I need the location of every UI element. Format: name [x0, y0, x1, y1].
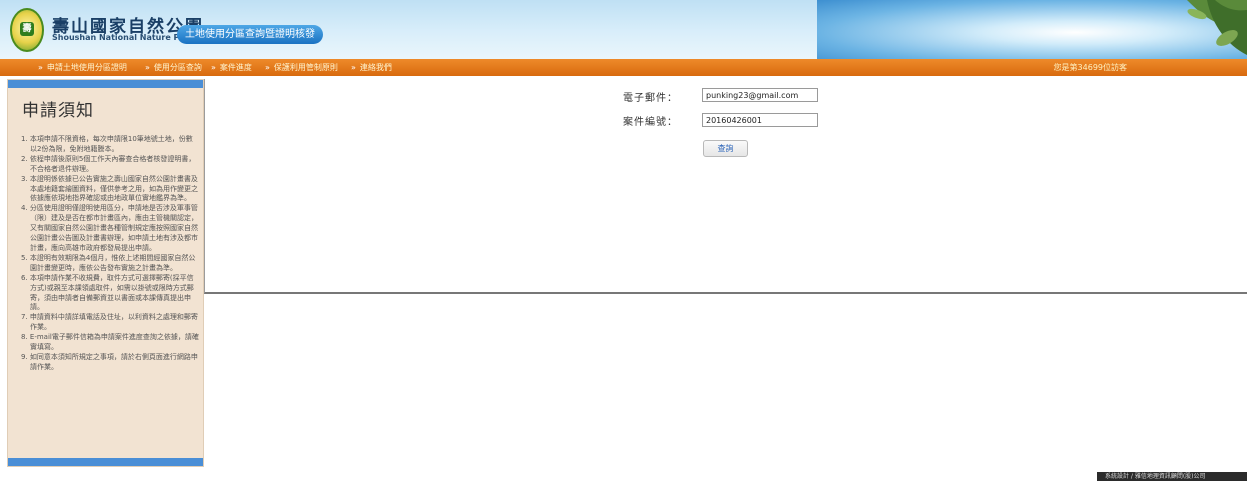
- notes-item: 1. 本項申請不限資格，每次申請限10筆地號土地，份數以2份為限，免附地籍謄本。: [21, 135, 193, 153]
- nav-arrow-icon: »: [265, 63, 270, 72]
- leaves-decoration: [1187, 0, 1247, 55]
- nav-item-label: 保護利用管制原則: [273, 63, 338, 72]
- nav-item-case-progress[interactable]: » 案件進度: [211, 59, 252, 76]
- header-banner: 壽 壽山國家自然公園 Shoushan National Nature Park…: [0, 0, 1247, 59]
- notes-item: 3. 本證明係依據已公告實施之壽山國家自然公園計畫書及本處地籍套繪圖資料，僅供參…: [21, 174, 198, 203]
- logo-mark: 壽: [20, 22, 34, 36]
- nav-item-label: 申請土地使用分區證明: [46, 63, 127, 72]
- nav-arrow-icon: »: [211, 63, 216, 72]
- nav-item-apply-certificate[interactable]: » 申請土地使用分區證明: [38, 59, 127, 76]
- nav-arrow-icon: »: [38, 63, 43, 72]
- case-number-label: 案件編號：: [623, 117, 678, 128]
- notes-item: 5. 本證明有效期限為4個月，惟依上述期間經國家自然公園計畫變更時，應依公告發布…: [21, 253, 196, 272]
- system-title: 土地使用分區查詢暨證明核發: [177, 25, 323, 44]
- nav-arrow-icon: »: [145, 63, 150, 72]
- nav-item-contact-us[interactable]: » 連絡我們: [351, 59, 392, 76]
- notes-item: 6. 本項申請作業不收規費，取件方式可選擇郵寄(採平信方式)或親至本課領處取件，…: [21, 273, 194, 312]
- notes-item: 8. E-mail電子郵件信箱為申請案件進度查詢之依據，請確實填寫。: [21, 333, 199, 352]
- notes-item: 4. 分區使用證明僅證明使用區分，申請地是否涉及軍事管（限）建及是否在都市計畫區…: [21, 204, 198, 252]
- notes-item: 2. 依程申請後原則5個工作天內審查合格者核發證明書，不合格者退件辦理。: [21, 154, 196, 173]
- notes-item: 7. 申請資料中請詳填電話及住址，以利資料之處理和郵寄作業。: [21, 313, 198, 332]
- nav-arrow-icon: »: [351, 63, 356, 72]
- case-number-field[interactable]: [702, 113, 818, 127]
- nav-item-label: 使用分區查詢: [153, 63, 202, 72]
- nav-item-zoning-query[interactable]: » 使用分區查詢: [145, 59, 202, 76]
- visitor-counter: 您是第34699位訪客: [1053, 63, 1127, 72]
- nav-item-label: 連絡我們: [359, 63, 392, 72]
- sidebar-title: 申請須知: [22, 101, 94, 121]
- footer-credit: 系統設計 / 雅信地理資訊顧問(股)公司: [1097, 472, 1247, 481]
- nav-item-label: 案件進度: [219, 63, 252, 72]
- query-panel: 電子郵件： 案件編號： 查詢: [204, 79, 1247, 294]
- nav-bar: » 申請土地使用分區證明 » 使用分區查詢 » 案件進度 » 保護利用管制原則 » 連絡我…: [0, 59, 1247, 76]
- park-name-en: Shoushan National Nature Park: [52, 33, 194, 42]
- nav-item-protection-rules[interactable]: » 保護利用管制原則: [265, 59, 338, 76]
- query-button[interactable]: 查詢: [703, 140, 748, 157]
- email-field[interactable]: [702, 88, 818, 102]
- park-logo[interactable]: 壽: [10, 8, 44, 52]
- sidebar-bottom-bar: [8, 458, 203, 466]
- application-notes-sidebar: 申請須知 1. 本項申請不限資格，每次申請限10筆地號土地，份數以2份為限，免附…: [7, 79, 204, 467]
- notes-list: 1. 本項申請不限資格，每次申請限10筆地號土地，份數以2份為限，免附地籍謄本。…: [21, 135, 199, 373]
- sidebar-top-bar: [8, 80, 203, 88]
- notes-item: 9. 如同意本須知所規定之事項，請於右側頁面進行網路申請作業。: [21, 352, 198, 371]
- email-label: 電子郵件：: [623, 93, 678, 104]
